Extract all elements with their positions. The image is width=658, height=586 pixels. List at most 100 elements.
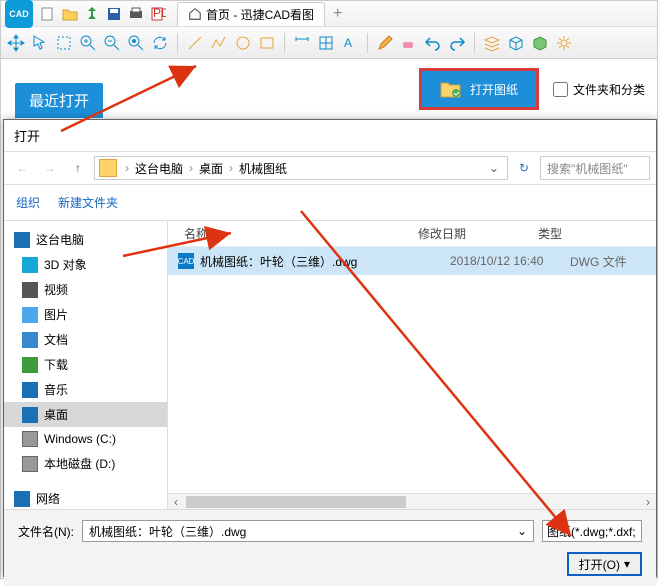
- new-folder-button[interactable]: 新建文件夹: [58, 194, 118, 211]
- checkbox-input[interactable]: [553, 82, 568, 97]
- tab-home[interactable]: 首页 - 迅捷CAD看图: [177, 2, 325, 26]
- list-header: 名称 修改日期 类型: [168, 221, 656, 247]
- new-icon[interactable]: [40, 6, 56, 22]
- tree-this-pc[interactable]: 这台电脑: [4, 227, 167, 252]
- tree-music[interactable]: 音乐: [4, 377, 167, 402]
- tree-network[interactable]: 网络: [4, 486, 167, 509]
- cube-icon[interactable]: [507, 34, 525, 52]
- gear-icon[interactable]: [555, 34, 573, 52]
- organize-menu[interactable]: 组织: [16, 194, 40, 211]
- text-icon[interactable]: A: [341, 34, 359, 52]
- horizontal-scrollbar[interactable]: ‹ ›: [168, 493, 656, 509]
- open-icon[interactable]: [62, 6, 78, 22]
- edit-icon[interactable]: [376, 34, 394, 52]
- scroll-left-button[interactable]: ‹: [168, 495, 184, 509]
- cube3d-icon[interactable]: [531, 34, 549, 52]
- undo-icon[interactable]: [424, 34, 442, 52]
- col-type[interactable]: 类型: [538, 225, 656, 242]
- crumb-desktop[interactable]: 桌面: [195, 160, 227, 177]
- tree-documents[interactable]: 文档: [4, 327, 167, 352]
- filename-label: 文件名(N):: [18, 523, 74, 540]
- path-dropdown-icon[interactable]: ⌄: [485, 161, 503, 175]
- tree-drive-c[interactable]: Windows (C:): [4, 427, 167, 451]
- open-drawing-label: 打开图纸: [470, 81, 518, 98]
- tab-label: 首页 - 迅捷CAD看图: [206, 6, 314, 23]
- title-bar: CAD PDF 首页 - 迅捷CAD看图 +: [1, 1, 657, 27]
- zoom-out-icon[interactable]: [103, 34, 121, 52]
- document-icon: [22, 332, 38, 348]
- content-bar: 最近打开 打开图纸 文件夹和分类: [1, 59, 657, 119]
- tree-drive-d[interactable]: 本地磁盘 (D:): [4, 451, 167, 476]
- dwg-file-icon: CAD: [178, 253, 194, 269]
- nav-back-button[interactable]: ←: [10, 156, 34, 180]
- tree-3d-objects[interactable]: 3D 对象: [4, 252, 167, 277]
- refresh-button[interactable]: ↻: [512, 156, 536, 180]
- pdf-icon[interactable]: PDF: [150, 6, 166, 22]
- file-type: DWG 文件: [570, 253, 656, 270]
- chevron-down-icon[interactable]: ⌄: [517, 524, 527, 538]
- tree-desktop[interactable]: 桌面: [4, 402, 167, 427]
- crumb-pc[interactable]: 这台电脑: [131, 160, 187, 177]
- tree-pictures[interactable]: 图片: [4, 302, 167, 327]
- dialog-toolbar: 组织 新建文件夹: [4, 185, 656, 221]
- app-logo: CAD: [5, 0, 33, 28]
- scroll-right-button[interactable]: ›: [640, 495, 656, 509]
- home-icon: [188, 7, 202, 21]
- chevron-down-icon[interactable]: ▾: [624, 557, 630, 571]
- folder-open-icon: [440, 79, 462, 99]
- open-button[interactable]: 打开(O) ▾: [567, 552, 642, 576]
- filename-input[interactable]: 机械图纸：叶轮（三维）.dwg ⌄: [82, 520, 534, 542]
- tree-videos[interactable]: 视频: [4, 277, 167, 302]
- scroll-thumb[interactable]: [186, 496, 406, 508]
- folder-category-checkbox[interactable]: 文件夹和分类: [553, 81, 645, 98]
- measure-icon[interactable]: [293, 34, 311, 52]
- polyline-icon[interactable]: [210, 34, 228, 52]
- area-icon[interactable]: [317, 34, 335, 52]
- list-item[interactable]: CAD 机械图纸：叶轮（三维）.dwg 2018/10/12 16:40 DWG…: [168, 247, 656, 275]
- cube-icon: [22, 257, 38, 273]
- rect-icon[interactable]: [258, 34, 276, 52]
- separator: [474, 33, 475, 53]
- nav-up-button[interactable]: ↑: [66, 156, 90, 180]
- file-name: 机械图纸：叶轮（三维）.dwg: [200, 253, 450, 270]
- svg-text:A: A: [344, 36, 352, 50]
- print-icon[interactable]: [128, 6, 144, 22]
- sync-icon[interactable]: [151, 34, 169, 52]
- search-input[interactable]: 搜索"机械图纸": [540, 156, 650, 180]
- circle-icon[interactable]: [234, 34, 252, 52]
- crumb-folder[interactable]: 机械图纸: [235, 160, 291, 177]
- save-icon[interactable]: [106, 6, 122, 22]
- col-date[interactable]: 修改日期: [418, 225, 538, 242]
- tree-downloads[interactable]: 下载: [4, 352, 167, 377]
- pc-icon: [14, 232, 30, 248]
- music-icon: [22, 382, 38, 398]
- picture-icon: [22, 307, 38, 323]
- separator: [177, 33, 178, 53]
- cursor-icon[interactable]: [31, 34, 49, 52]
- filetype-select[interactable]: 图纸(*.dwg;*.dxf;: [542, 520, 642, 542]
- file-date: 2018/10/12 16:40: [450, 254, 570, 268]
- recent-open-button[interactable]: 最近打开: [15, 83, 103, 118]
- separator: [284, 33, 285, 53]
- new-tab-button[interactable]: +: [325, 5, 350, 23]
- erase-icon[interactable]: [400, 34, 418, 52]
- layer-icon[interactable]: [483, 34, 501, 52]
- separator: [367, 33, 368, 53]
- path-breadcrumb[interactable]: › 这台电脑 › 桌面 › 机械图纸 ⌄: [94, 156, 508, 180]
- tree-icon[interactable]: [84, 6, 100, 22]
- desktop-icon: [22, 407, 38, 423]
- folder-tree: 这台电脑 3D 对象 视频 图片 文档 下载 音乐 桌面 Windows (C:…: [4, 221, 168, 509]
- line-icon[interactable]: [186, 34, 204, 52]
- dialog-body: 这台电脑 3D 对象 视频 图片 文档 下载 音乐 桌面 Windows (C:…: [4, 221, 656, 509]
- dialog-footer: 文件名(N): 机械图纸：叶轮（三维）.dwg ⌄ 图纸(*.dwg;*.dxf…: [4, 509, 656, 586]
- redo-icon[interactable]: [448, 34, 466, 52]
- folder-icon: [99, 159, 117, 177]
- nav-forward-button[interactable]: →: [38, 156, 62, 180]
- video-icon: [22, 282, 38, 298]
- zoom-fit-icon[interactable]: [127, 34, 145, 52]
- col-name[interactable]: 名称: [168, 225, 418, 242]
- select-rect-icon[interactable]: [55, 34, 73, 52]
- open-drawing-button[interactable]: 打开图纸: [419, 68, 539, 110]
- move-icon[interactable]: [7, 34, 25, 52]
- zoom-in-icon[interactable]: [79, 34, 97, 52]
